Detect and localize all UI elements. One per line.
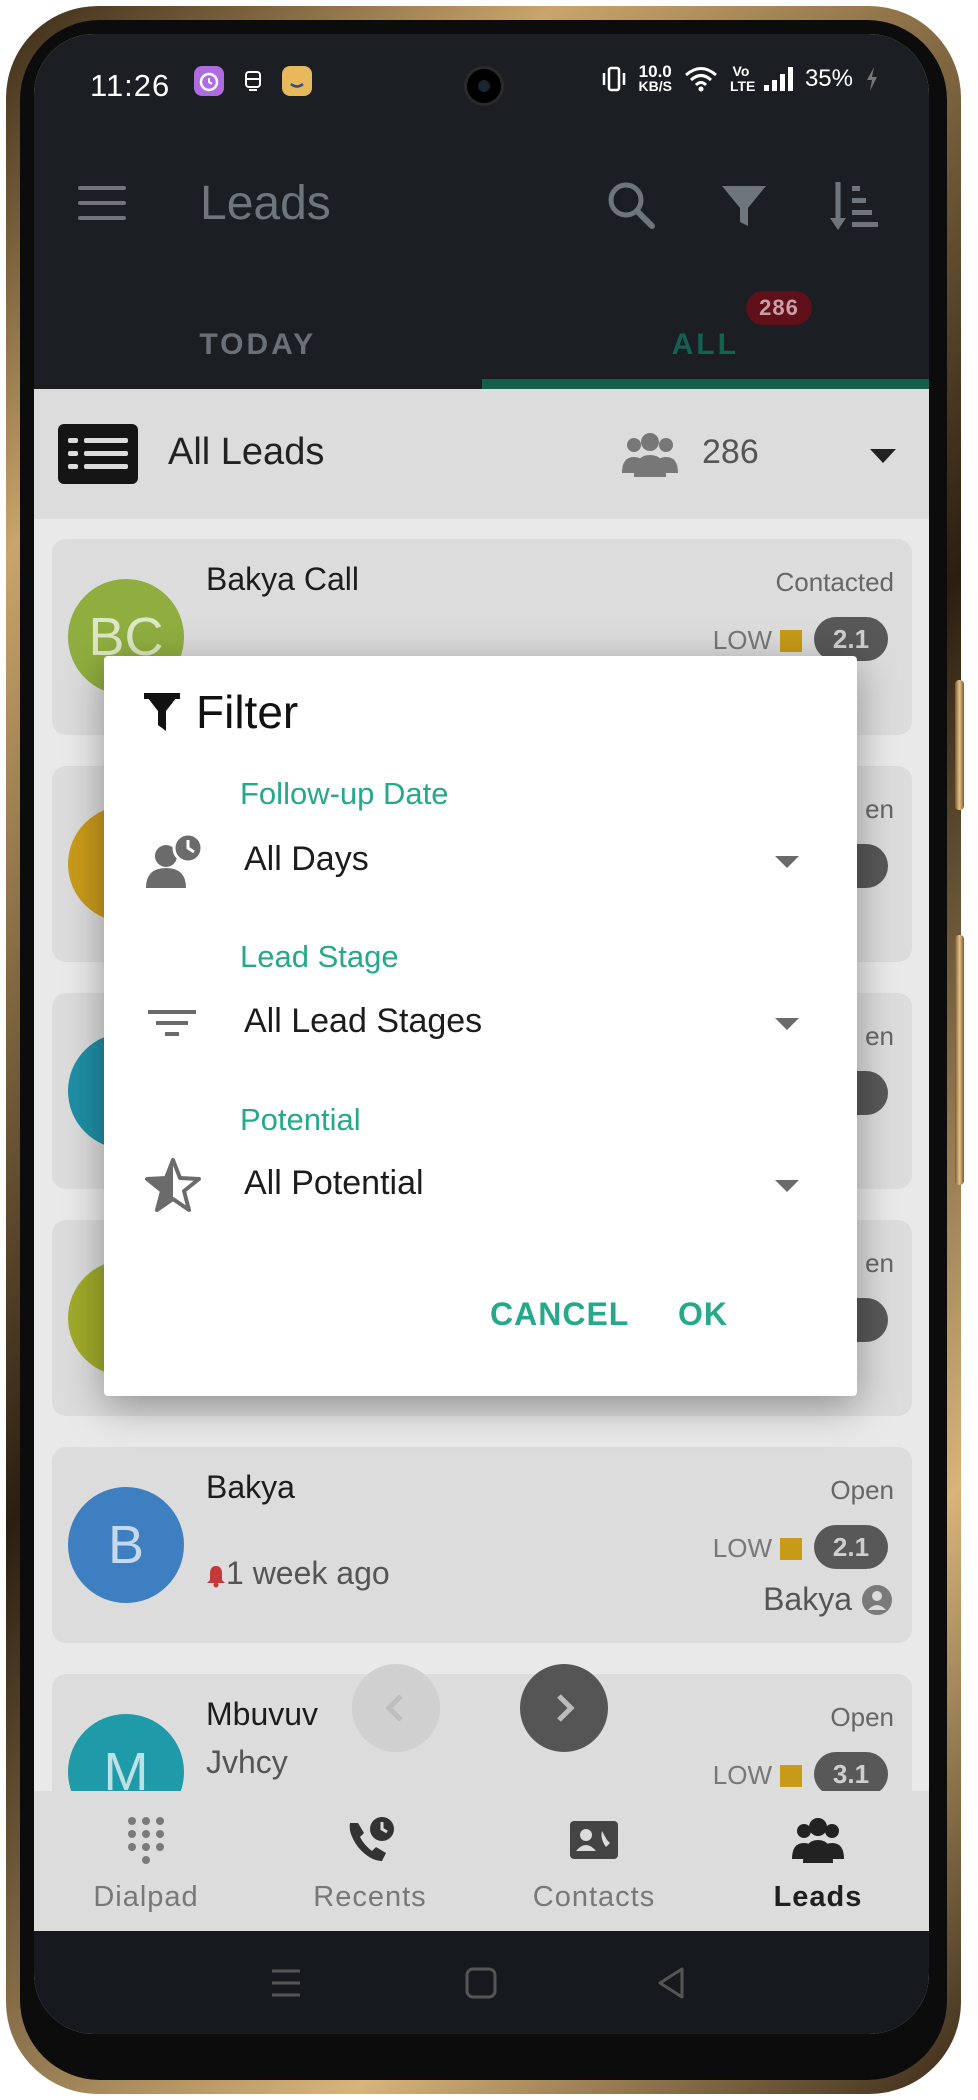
follow-up-date-value: All Days bbox=[244, 840, 369, 878]
lead-stage-select[interactable]: All Lead Stages bbox=[104, 982, 857, 1062]
dialog-title-row: Filter bbox=[142, 682, 298, 742]
power-button bbox=[955, 935, 964, 1185]
chevron-down-icon bbox=[775, 1180, 799, 1192]
filter-dialog: Filter Follow-up Date All Days Lead Stag… bbox=[104, 656, 857, 1396]
follow-up-date-label: Follow-up Date bbox=[240, 776, 449, 811]
potential-select[interactable]: All Potential bbox=[104, 1144, 857, 1224]
potential-value: All Potential bbox=[244, 1164, 424, 1202]
ok-button[interactable]: OK bbox=[678, 1296, 728, 1333]
screen: 11:26 10.0 KB/S Vo LTE 35% Leads TODAY A… bbox=[34, 34, 929, 2034]
lead-stage-value: All Lead Stages bbox=[244, 1002, 483, 1040]
potential-star-icon bbox=[145, 1158, 201, 1212]
potential-label: Potential bbox=[240, 1102, 361, 1137]
volume-button bbox=[955, 680, 964, 810]
cancel-button[interactable]: CANCEL bbox=[490, 1296, 629, 1333]
follow-up-clock-icon bbox=[146, 832, 204, 888]
follow-up-date-select[interactable]: All Days bbox=[104, 820, 857, 900]
chevron-down-icon bbox=[775, 856, 799, 868]
chevron-down-icon bbox=[775, 1018, 799, 1030]
lead-stage-label: Lead Stage bbox=[240, 939, 399, 974]
filter-icon bbox=[144, 693, 180, 731]
dialog-title: Filter bbox=[196, 686, 299, 738]
lead-stage-icon bbox=[148, 1010, 196, 1036]
